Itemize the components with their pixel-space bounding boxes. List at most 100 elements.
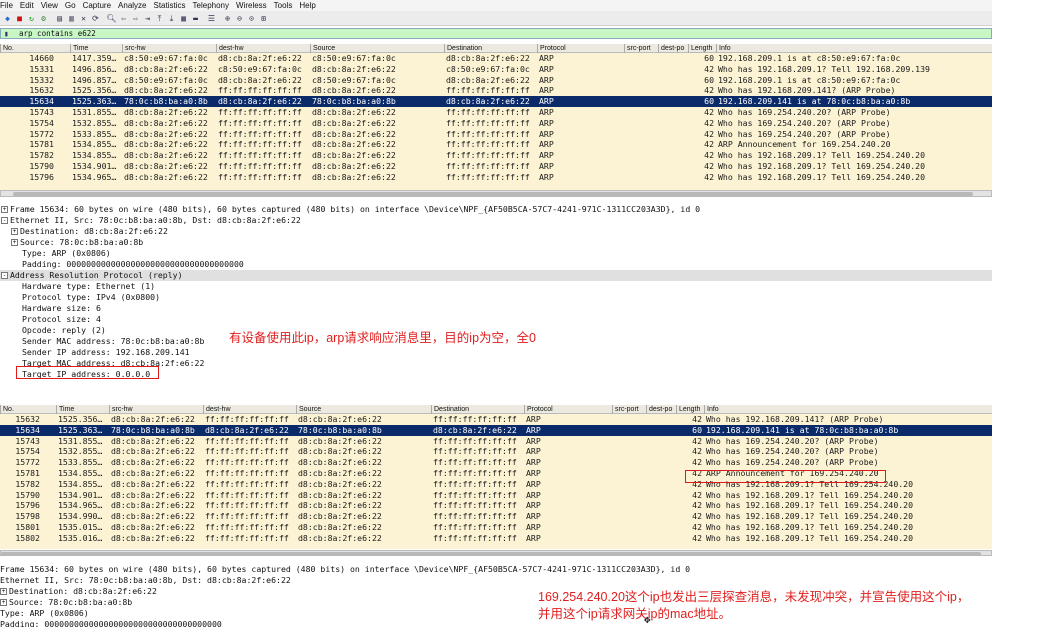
packet-row[interactable]: 15634 1525.363… 78:0c:b8:ba:a0:8b d8:cb:8a:…: [0, 424, 992, 436]
column-header-length[interactable]: Length: [676, 405, 704, 414]
autoscroll-icon[interactable]: ▦: [178, 13, 189, 24]
open-file-icon[interactable]: ▤: [54, 13, 65, 24]
detail-line[interactable]: Type: ARP (0x0806): [0, 248, 992, 259]
column-header-dest-hw[interactable]: dest-hw: [216, 44, 310, 53]
find-packet-icon[interactable]: 🔍︎: [106, 13, 117, 24]
detail-line[interactable]: Ethernet II, Src: 78:0c:b8:ba:a0:8b, Dst…: [0, 575, 992, 586]
menu-file[interactable]: File: [0, 0, 13, 11]
packet-row[interactable]: 15782 1534.855… d8:cb:8a:2f:e6:22 ff:ff:ff:…: [0, 150, 992, 161]
menu-analyze[interactable]: Analyze: [118, 0, 146, 11]
save-file-icon[interactable]: ▥: [66, 13, 77, 24]
column-header-protocol[interactable]: Protocol: [537, 44, 624, 53]
detail-line[interactable]: Protocol size: 4: [0, 314, 992, 325]
menu-view[interactable]: View: [41, 0, 58, 11]
detail-line[interactable]: + Destination: d8:cb:8a:2f:e6:22: [0, 226, 992, 237]
packet-row[interactable]: 15754 1532.855… d8:cb:8a:2f:e6:22 ff:ff:ff:…: [0, 118, 992, 129]
expand-icon[interactable]: +: [0, 599, 7, 606]
collapse-icon[interactable]: -: [1, 217, 8, 224]
packet-row[interactable]: 15801 1535.015… d8:cb:8a:2f:e6:22 ff:ff:ff:…: [0, 522, 992, 533]
scrollbar-thumb[interactable]: [13, 192, 973, 196]
collapse-icon[interactable]: -: [1, 272, 8, 279]
go-back-icon[interactable]: ⇦: [118, 13, 129, 24]
packet-row[interactable]: 15772 1533.855… d8:cb:8a:2f:e6:22 ff:ff:ff:…: [0, 457, 992, 468]
zoom-out-icon[interactable]: ⊖: [234, 13, 245, 24]
packet-row[interactable]: 15632 1525.356… d8:cb:8a:2f:e6:22 ff:ff:ff:…: [0, 414, 992, 425]
column-header-no-[interactable]: No.: [0, 405, 56, 414]
capture-options-icon[interactable]: ⚙: [38, 13, 49, 24]
menu-go[interactable]: Go: [65, 0, 76, 11]
expand-icon[interactable]: +: [1, 206, 8, 213]
column-header-src-hw[interactable]: src-hw: [109, 405, 203, 414]
detail-line[interactable]: Padding: 0000000000000000000000000000000…: [0, 619, 992, 627]
packet-list-scrollbar[interactable]: [0, 190, 992, 197]
go-forward-icon[interactable]: ⇨: [130, 13, 141, 24]
packet-row[interactable]: 15790 1534.901… d8:cb:8a:2f:e6:22 ff:ff:ff:…: [0, 490, 992, 501]
column-header-src-port[interactable]: src-port: [624, 44, 658, 53]
last-packet-icon[interactable]: ⤓: [166, 13, 177, 24]
column-header-source[interactable]: Source: [310, 44, 444, 53]
packet-row[interactable]: 15632 1525.356… d8:cb:8a:2f:e6:22 ff:ff:ff:…: [0, 85, 992, 96]
zoom-in-icon[interactable]: ⊕: [222, 13, 233, 24]
packet-row[interactable]: 15796 1534.965… d8:cb:8a:2f:e6:22 ff:ff:ff:…: [0, 172, 992, 183]
packet-row[interactable]: 15790 1534.901… d8:cb:8a:2f:e6:22 ff:ff:ff:…: [0, 161, 992, 172]
column-header-dest-po[interactable]: dest-po: [658, 44, 688, 53]
packet-row[interactable]: 15331 1496.856… d8:cb:8a:2f:e6:22 c8:50:e9:…: [0, 64, 992, 75]
column-header-length[interactable]: Length: [688, 44, 716, 53]
column-header-src-port[interactable]: src-port: [612, 405, 646, 414]
normal-size-icon[interactable]: ⊙: [246, 13, 257, 24]
close-file-icon[interactable]: ✕: [78, 13, 89, 24]
detail-line[interactable]: Frame 15634: 60 bytes on wire (480 bits)…: [0, 564, 992, 575]
menu-tools[interactable]: Tools: [274, 0, 293, 11]
packet-list-scrollbar-2[interactable]: [0, 550, 992, 556]
column-header-no-[interactable]: No.: [0, 44, 70, 53]
column-header-dest-po[interactable]: dest-po: [646, 405, 676, 414]
expand-icon[interactable]: +: [11, 239, 18, 246]
packet-row[interactable]: 15332 1496.857… c8:50:e9:67:fa:0c d8:cb:8a:…: [0, 75, 992, 86]
detail-line[interactable]: Sender IP address: 192.168.209.141: [0, 347, 992, 358]
column-header-destination[interactable]: Destination: [431, 405, 524, 414]
detail-line[interactable]: - Ethernet II, Src: 78:0c:b8:ba:a0:8b, Ds…: [0, 215, 992, 226]
detail-line[interactable]: Padding: 0000000000000000000000000000000…: [0, 259, 992, 270]
restart-capture-icon[interactable]: ↻: [26, 13, 37, 24]
column-header-info[interactable]: Info: [704, 405, 992, 414]
packet-row[interactable]: 14660 1417.359… c8:50:e9:67:fa:0c d8:cb:8a:…: [0, 53, 992, 64]
packet-row[interactable]: 15802 1535.016… d8:cb:8a:2f:e6:22 ff:ff:ff:…: [0, 533, 992, 544]
detail-line[interactable]: + Source: 78:0c:b8:ba:a0:8b: [0, 237, 992, 248]
reload-file-icon[interactable]: ⟳: [90, 13, 101, 24]
menu-wireless[interactable]: Wireless: [236, 0, 267, 11]
column-header-src-hw[interactable]: src-hw: [122, 44, 216, 53]
column-header-source[interactable]: Source: [296, 405, 431, 414]
packet-row[interactable]: 15798 1534.990… d8:cb:8a:2f:e6:22 ff:ff:ff:…: [0, 511, 992, 522]
detail-line[interactable]: Type: ARP (0x0806): [0, 608, 992, 619]
detail-line[interactable]: - Address Resolution Protocol (reply): [0, 270, 992, 281]
menu-help[interactable]: Help: [299, 0, 315, 11]
menu-statistics[interactable]: Statistics: [154, 0, 186, 11]
resize-icon[interactable]: ⊞: [258, 13, 269, 24]
menu-capture[interactable]: Capture: [83, 0, 111, 11]
packet-row[interactable]: 15743 1531.855… d8:cb:8a:2f:e6:22 ff:ff:ff:…: [0, 436, 992, 447]
packet-row[interactable]: 15772 1533.855… d8:cb:8a:2f:e6:22 ff:ff:ff:…: [0, 129, 992, 140]
resize-columns-icon[interactable]: ☰: [206, 13, 217, 24]
column-header-dest-hw[interactable]: dest-hw: [203, 405, 296, 414]
start-capture-icon[interactable]: ◆: [2, 13, 13, 24]
first-packet-icon[interactable]: ⤒: [154, 13, 165, 24]
scrollbar-thumb-2[interactable]: [1, 552, 981, 556]
detail-line[interactable]: Protocol type: IPv4 (0x0800): [0, 292, 992, 303]
expand-icon[interactable]: +: [11, 228, 18, 235]
detail-line[interactable]: Hardware type: Ethernet (1): [0, 281, 992, 292]
display-filter-input[interactable]: ▮ arp contains e622: [0, 28, 992, 39]
expand-icon[interactable]: +: [0, 588, 7, 595]
packet-row[interactable]: 15781 1534.855… d8:cb:8a:2f:e6:22 ff:ff:ff:…: [0, 139, 992, 150]
packet-row[interactable]: 15796 1534.965… d8:cb:8a:2f:e6:22 ff:ff:ff:…: [0, 500, 992, 511]
packet-row[interactable]: 15634 1525.363… 78:0c:b8:ba:a0:8b d8:cb:8a:…: [0, 96, 992, 107]
menu-telephony[interactable]: Telephony: [193, 0, 229, 11]
detail-line[interactable]: + Frame 15634: 60 bytes on wire (480 bits…: [0, 204, 992, 215]
column-header-time[interactable]: Time: [70, 44, 122, 53]
menu-edit[interactable]: Edit: [20, 0, 34, 11]
colorize-icon[interactable]: ▬: [190, 13, 201, 24]
bookmark-icon[interactable]: ▮: [4, 29, 9, 38]
packet-row[interactable]: 15743 1531.855… d8:cb:8a:2f:e6:22 ff:ff:ff:…: [0, 107, 992, 118]
column-header-time[interactable]: Time: [56, 405, 109, 414]
stop-capture-icon[interactable]: ■: [14, 13, 25, 24]
column-header-protocol[interactable]: Protocol: [524, 405, 612, 414]
